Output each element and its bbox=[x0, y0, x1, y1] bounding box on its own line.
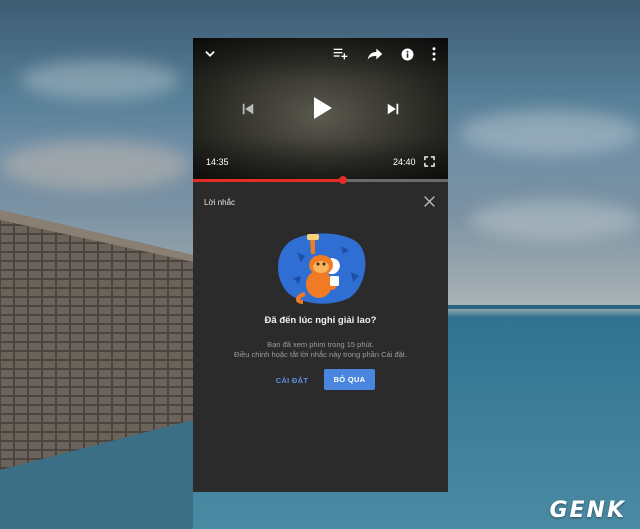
skip-next-icon[interactable] bbox=[384, 100, 402, 118]
dismiss-button[interactable]: BỎ QUA bbox=[324, 369, 375, 390]
add-to-queue-icon[interactable] bbox=[332, 46, 350, 62]
seek-bar-handle[interactable] bbox=[339, 176, 348, 184]
chevron-down-icon[interactable] bbox=[202, 46, 218, 62]
fullscreen-icon[interactable] bbox=[423, 155, 436, 168]
monkey-break-illustration bbox=[278, 233, 366, 304]
youtube-app-window: 14:35 24:40 Lời nhắc Đã đến lúc nghỉ giả… bbox=[193, 38, 448, 492]
reminder-body-line-2: Điều chỉnh hoặc tắt lời nhắc này trong p… bbox=[234, 350, 407, 359]
seek-bar-played bbox=[193, 179, 344, 182]
seek-bar[interactable] bbox=[193, 176, 448, 184]
play-icon[interactable] bbox=[310, 96, 334, 120]
share-icon[interactable] bbox=[366, 46, 384, 62]
reminder-section-title: Lời nhắc bbox=[204, 198, 236, 207]
video-player[interactable]: 14:35 24:40 bbox=[193, 38, 448, 180]
reminder-body-line-1: Bạn đã xem phim trong 15 phút. bbox=[267, 340, 374, 349]
close-icon[interactable] bbox=[423, 195, 436, 208]
reminder-headline: Đã đến lúc nghỉ giải lao? bbox=[264, 315, 377, 326]
total-duration: 24:40 bbox=[393, 157, 416, 167]
settings-button[interactable]: CÀI ĐẶT bbox=[271, 370, 313, 390]
skip-previous-icon[interactable] bbox=[239, 100, 257, 118]
genk-watermark-logo: GENK bbox=[549, 498, 626, 523]
elapsed-time: 14:35 bbox=[206, 157, 229, 167]
more-vert-icon[interactable] bbox=[428, 46, 440, 62]
info-icon[interactable] bbox=[399, 46, 415, 62]
